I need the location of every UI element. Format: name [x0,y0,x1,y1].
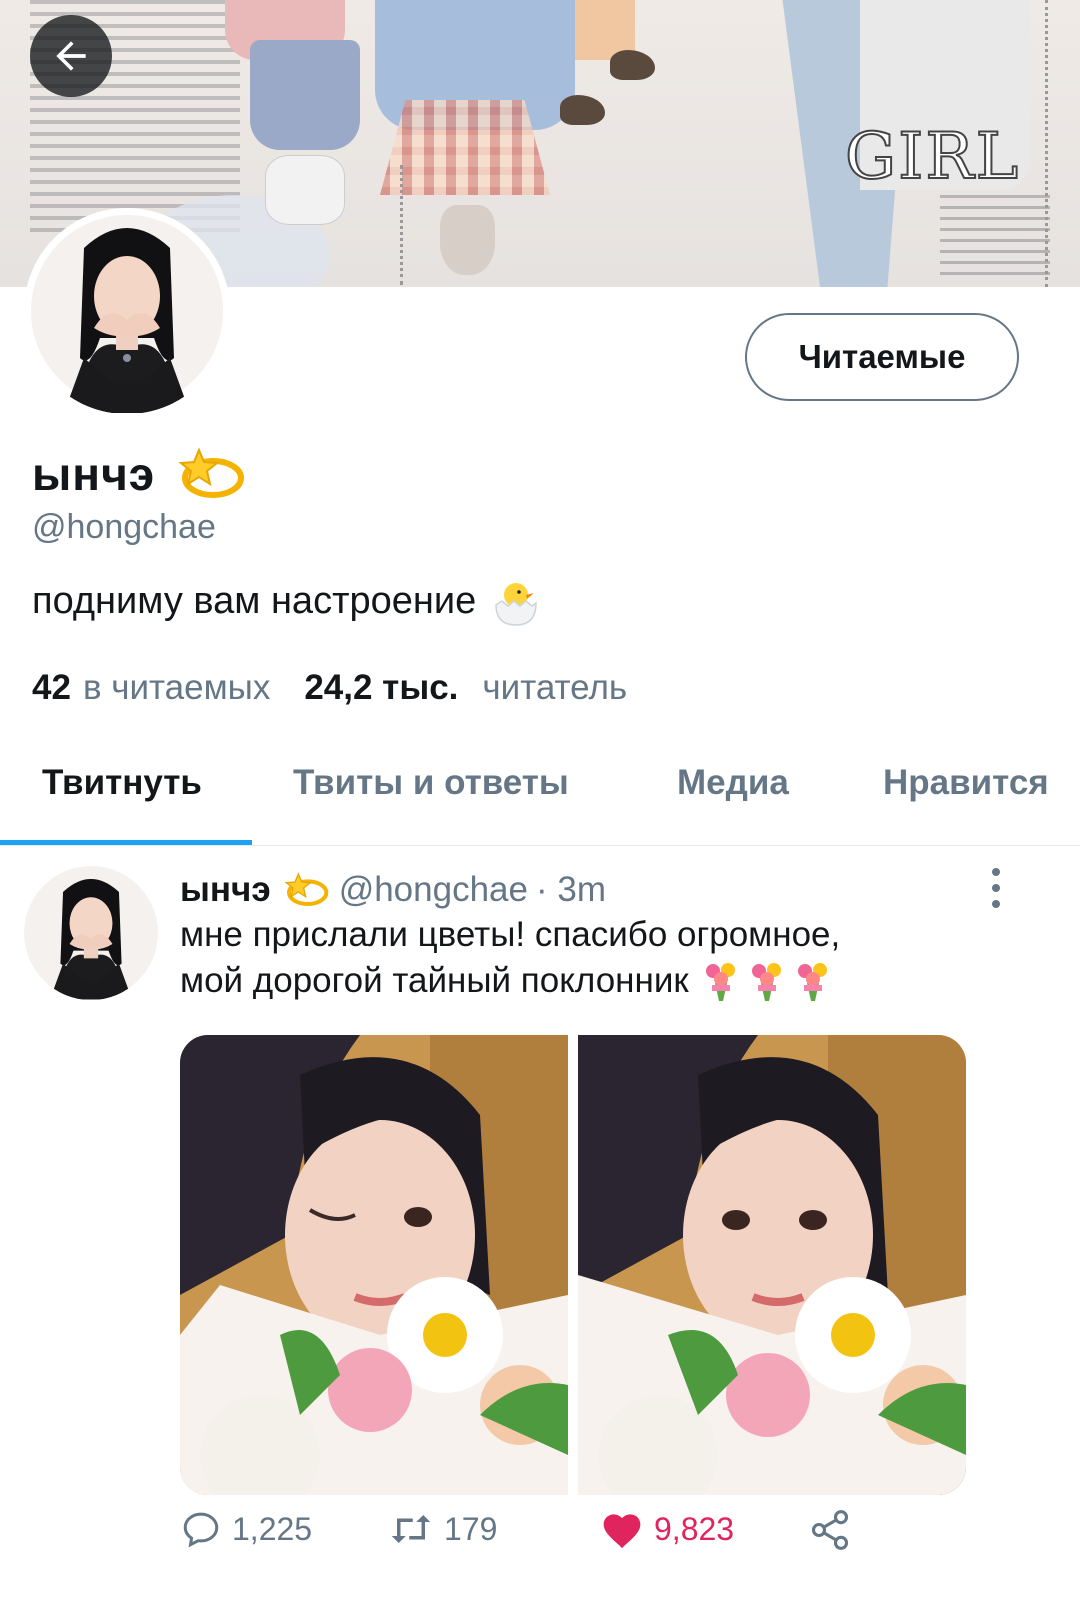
tab-likes[interactable]: Нравится [883,763,1049,803]
tab-media[interactable]: Медиа [677,763,789,803]
avatar-image [24,208,230,414]
tweet-text-line: мне прислали цветы! спасибо огромное, [180,915,841,954]
back-button[interactable] [30,15,112,97]
reply-count: 1,225 [232,1510,313,1547]
tweet-media-grid [180,1035,966,1495]
profile-handle: @hongchae [32,508,216,546]
followers-count[interactable]: 24,2 тыс. [304,668,458,708]
profile-tabs: Твитнуть Твиты и ответы Медиа Нравится [0,735,1080,846]
following-count[interactable]: 42 [32,668,71,708]
bouquet-icon [705,963,735,1001]
avatar-image [24,866,158,1000]
banner-boots [440,205,495,275]
banner-sneaker [265,155,345,225]
tweet-photo-2[interactable] [578,1035,966,1495]
banner-magazine-text-right [940,195,1050,280]
profile-stats: 42 в читаемых 24,2 тыс. читатель [32,668,627,708]
like-action[interactable]: 9,823 [600,1508,734,1550]
profile-bio: подниму вам настроение [32,575,542,627]
profile-avatar[interactable] [24,208,230,414]
followers-label[interactable]: читатель [482,668,627,708]
tweet-text: мне прислали цветы! спасибо огромное, мо… [180,912,1040,1004]
banner-girl-text: GIRL [844,119,1021,195]
arrow-left-icon [56,41,86,71]
bouquet-icon [751,963,781,1001]
tweet-actions: 1,225 179 9,823 [180,1508,880,1568]
following-label[interactable]: в читаемых [83,668,270,708]
tweet-author-name[interactable]: ынчэ [180,870,271,910]
tweet-avatar[interactable] [24,866,158,1000]
more-dot [992,884,1000,892]
retweet-action[interactable]: 179 [388,1508,497,1550]
photo-image [578,1035,966,1495]
reply-action[interactable]: 1,225 [180,1508,312,1550]
profile-name-row: ынчэ [32,438,245,510]
banner-dotted-line [1045,0,1048,287]
more-dot [992,900,1000,908]
tweet-text-line-2: мой дорогой тайный поклонник [180,958,1040,1004]
banner-skirt [250,40,360,150]
tab-tweets[interactable]: Твитнуть [42,763,202,803]
dizzy-emoji-icon [178,447,245,498]
following-button[interactable]: Читаемые [745,313,1019,401]
profile-display-name: ынчэ [32,448,156,500]
more-dot [992,868,1000,876]
active-tab-indicator [0,840,252,845]
bouquet-emojis [701,959,833,1003]
heart-icon [603,1514,641,1549]
like-count: 9,823 [654,1510,735,1547]
banner-dotted-line [400,165,403,285]
bouquet-icon [797,963,827,1001]
share-action[interactable] [808,1508,862,1552]
hatching-chick-icon [495,583,537,626]
tweet-text-line: мой дорогой тайный поклонник [180,961,689,1000]
tweet-author-handle[interactable]: @hongchae [339,870,528,910]
profile-bio-text: подниму вам настроение [32,579,477,622]
share-icon [811,1510,849,1550]
tab-tweets-and-replies[interactable]: Твиты и ответы [293,763,569,803]
photo-image [180,1035,568,1495]
banner-shoe [560,95,605,125]
retweet-icon [391,1515,431,1543]
tweet-header: ынчэ @hongchae · 3m [180,866,606,914]
tweet-photo-1[interactable] [180,1035,568,1495]
tweet-timestamp[interactable]: · 3m [536,870,606,910]
reply-icon [183,1512,219,1548]
retweet-count: 179 [444,1510,498,1547]
tweet-more-button[interactable] [978,868,1014,908]
dizzy-emoji-icon [284,872,329,906]
banner-plaid-skirt [380,100,550,195]
banner-shoe [610,50,655,80]
